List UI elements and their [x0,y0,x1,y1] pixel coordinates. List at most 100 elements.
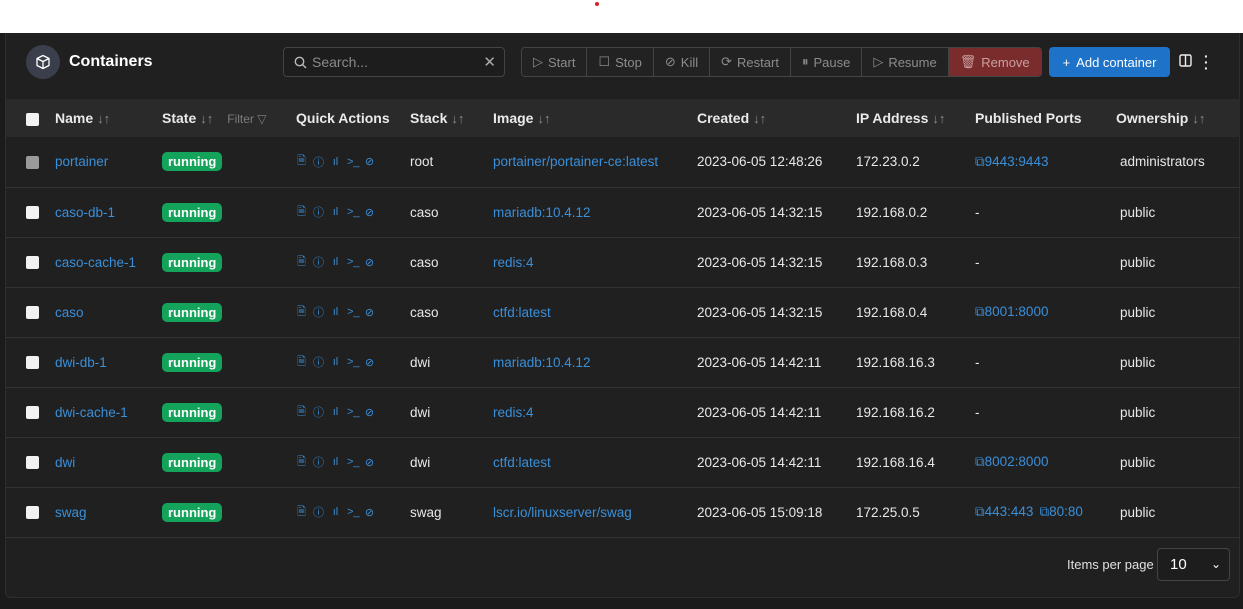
container-name-link[interactable]: dwi-cache-1 [55,405,128,420]
logs-icon[interactable]: 🗎 [296,152,307,171]
info-icon[interactable]: ⓘ [313,404,324,420]
image-link[interactable]: mariadb:10.4.12 [493,355,591,370]
container-name-link[interactable]: caso [55,305,84,320]
kill-button[interactable]: ⊘ Kill [653,48,711,76]
column-state[interactable]: State ↓↑ Filter ▽ [162,99,296,137]
stats-icon[interactable]: ıl [330,256,341,268]
image-link[interactable]: redis:4 [493,255,534,270]
search-box[interactable]: ✕ [283,47,505,77]
row-checkbox[interactable] [26,306,39,320]
info-icon[interactable]: ⓘ [313,304,324,320]
stats-icon[interactable]: ıl [330,506,341,518]
console-icon[interactable]: >_ [347,406,360,418]
remove-button[interactable]: 🗑 Remove [948,48,1041,76]
items-per-page-select[interactable]: 10 ⌄ [1157,548,1230,581]
attach-icon[interactable]: ⊘ [364,506,375,519]
sort-icon[interactable]: ↓↑ [97,111,110,126]
logs-icon[interactable]: 🗎 [296,503,307,522]
attach-icon[interactable]: ⊘ [364,306,375,319]
row-checkbox[interactable] [26,156,39,170]
stop-button[interactable]: ☐ Stop [587,48,654,76]
row-checkbox[interactable] [26,356,39,370]
attach-icon[interactable]: ⊘ [364,155,375,168]
pause-button[interactable]: ⏸ Pause [790,48,863,76]
column-ownership[interactable]: Ownership ↓↑ [1116,99,1240,137]
console-icon[interactable]: >_ [347,356,360,368]
resume-button[interactable]: ▷ Resume [862,48,949,76]
sort-icon[interactable]: ↓↑ [932,111,945,126]
container-name-link[interactable]: swag [55,505,87,520]
column-stack[interactable]: Stack ↓↑ [410,99,493,137]
image-link[interactable]: ctfd:latest [493,305,551,320]
info-icon[interactable]: ⓘ [313,504,324,520]
select-all-checkbox[interactable] [26,112,39,126]
attach-icon[interactable]: ⊘ [364,406,375,419]
console-icon[interactable]: >_ [347,306,360,318]
info-icon[interactable]: ⓘ [313,254,324,270]
sort-icon[interactable]: ↓↑ [1192,111,1205,126]
attach-icon[interactable]: ⊘ [364,256,375,269]
sort-icon[interactable]: ↓↑ [451,111,464,126]
image-link[interactable]: mariadb:10.4.12 [493,205,591,220]
sort-icon[interactable]: ↓↑ [753,111,766,126]
search-input[interactable] [312,52,472,72]
console-icon[interactable]: >_ [347,256,360,268]
image-link[interactable]: lscr.io/linuxserver/swag [493,505,632,520]
logs-icon[interactable]: 🗎 [296,253,307,272]
container-name-link[interactable]: portainer [55,154,108,169]
stats-icon[interactable]: ıl [330,156,341,168]
stats-icon[interactable]: ıl [330,456,341,468]
container-name-link[interactable]: dwi [55,455,75,470]
row-checkbox[interactable] [26,406,39,420]
console-icon[interactable]: >_ [347,156,360,168]
logs-icon[interactable]: 🗎 [296,453,307,472]
image-link[interactable]: portainer/portainer-ce:latest [493,154,658,169]
console-icon[interactable]: >_ [347,206,360,218]
row-checkbox[interactable] [26,506,39,520]
column-created[interactable]: Created ↓↑ [697,99,856,137]
published-port-link[interactable]: ⧉8001:8000 [975,304,1048,319]
info-icon[interactable]: ⓘ [313,354,324,370]
published-port-link[interactable]: ⧉8002:8000 [975,454,1048,469]
console-icon[interactable]: >_ [347,506,360,518]
status-badge: running [162,452,223,472]
attach-icon[interactable]: ⊘ [364,356,375,369]
more-options-icon[interactable]: · · · [1204,49,1209,75]
stats-icon[interactable]: ıl [330,206,341,218]
published-port-link[interactable]: ⧉443:443 [975,504,1033,519]
column-image[interactable]: Image ↓↑ [493,99,697,137]
published-port-link[interactable]: ⧉80:80 [1039,504,1082,519]
image-link[interactable]: ctfd:latest [493,455,551,470]
container-name-link[interactable]: caso-cache-1 [55,255,136,270]
attach-icon[interactable]: ⊘ [364,456,375,469]
columns-icon[interactable] [1179,54,1192,72]
published-port-link[interactable]: ⧉9443:9443 [975,154,1048,169]
stats-icon[interactable]: ıl [330,356,341,368]
stats-icon[interactable]: ıl [330,306,341,318]
image-link[interactable]: redis:4 [493,405,534,420]
add-container-button[interactable]: + Add container [1049,47,1170,77]
column-name[interactable]: Name ↓↑ [55,99,162,137]
column-ip-address[interactable]: IP Address ↓↑ [856,99,975,137]
logs-icon[interactable]: 🗎 [296,203,307,222]
info-icon[interactable]: ⓘ [313,454,324,470]
row-checkbox[interactable] [26,256,39,270]
info-icon[interactable]: ⓘ [313,154,324,170]
start-button[interactable]: ▷ Start [522,48,588,76]
container-name-link[interactable]: dwi-db-1 [55,355,107,370]
logs-icon[interactable]: 🗎 [296,403,307,422]
container-name-link[interactable]: caso-db-1 [55,205,115,220]
row-checkbox[interactable] [26,456,39,470]
info-icon[interactable]: ⓘ [313,204,324,220]
clear-search-icon[interactable]: ✕ [483,53,496,71]
logs-icon[interactable]: 🗎 [296,353,307,372]
console-icon[interactable]: >_ [347,456,360,468]
logs-icon[interactable]: 🗎 [296,303,307,322]
state-filter[interactable]: Filter ▽ [227,112,266,126]
row-checkbox[interactable] [26,206,39,220]
stats-icon[interactable]: ıl [330,406,341,418]
sort-icon[interactable]: ↓↑ [537,111,550,126]
attach-icon[interactable]: ⊘ [364,206,375,219]
sort-icon[interactable]: ↓↑ [200,111,213,126]
restart-button[interactable]: ⟳ Restart [710,48,791,76]
